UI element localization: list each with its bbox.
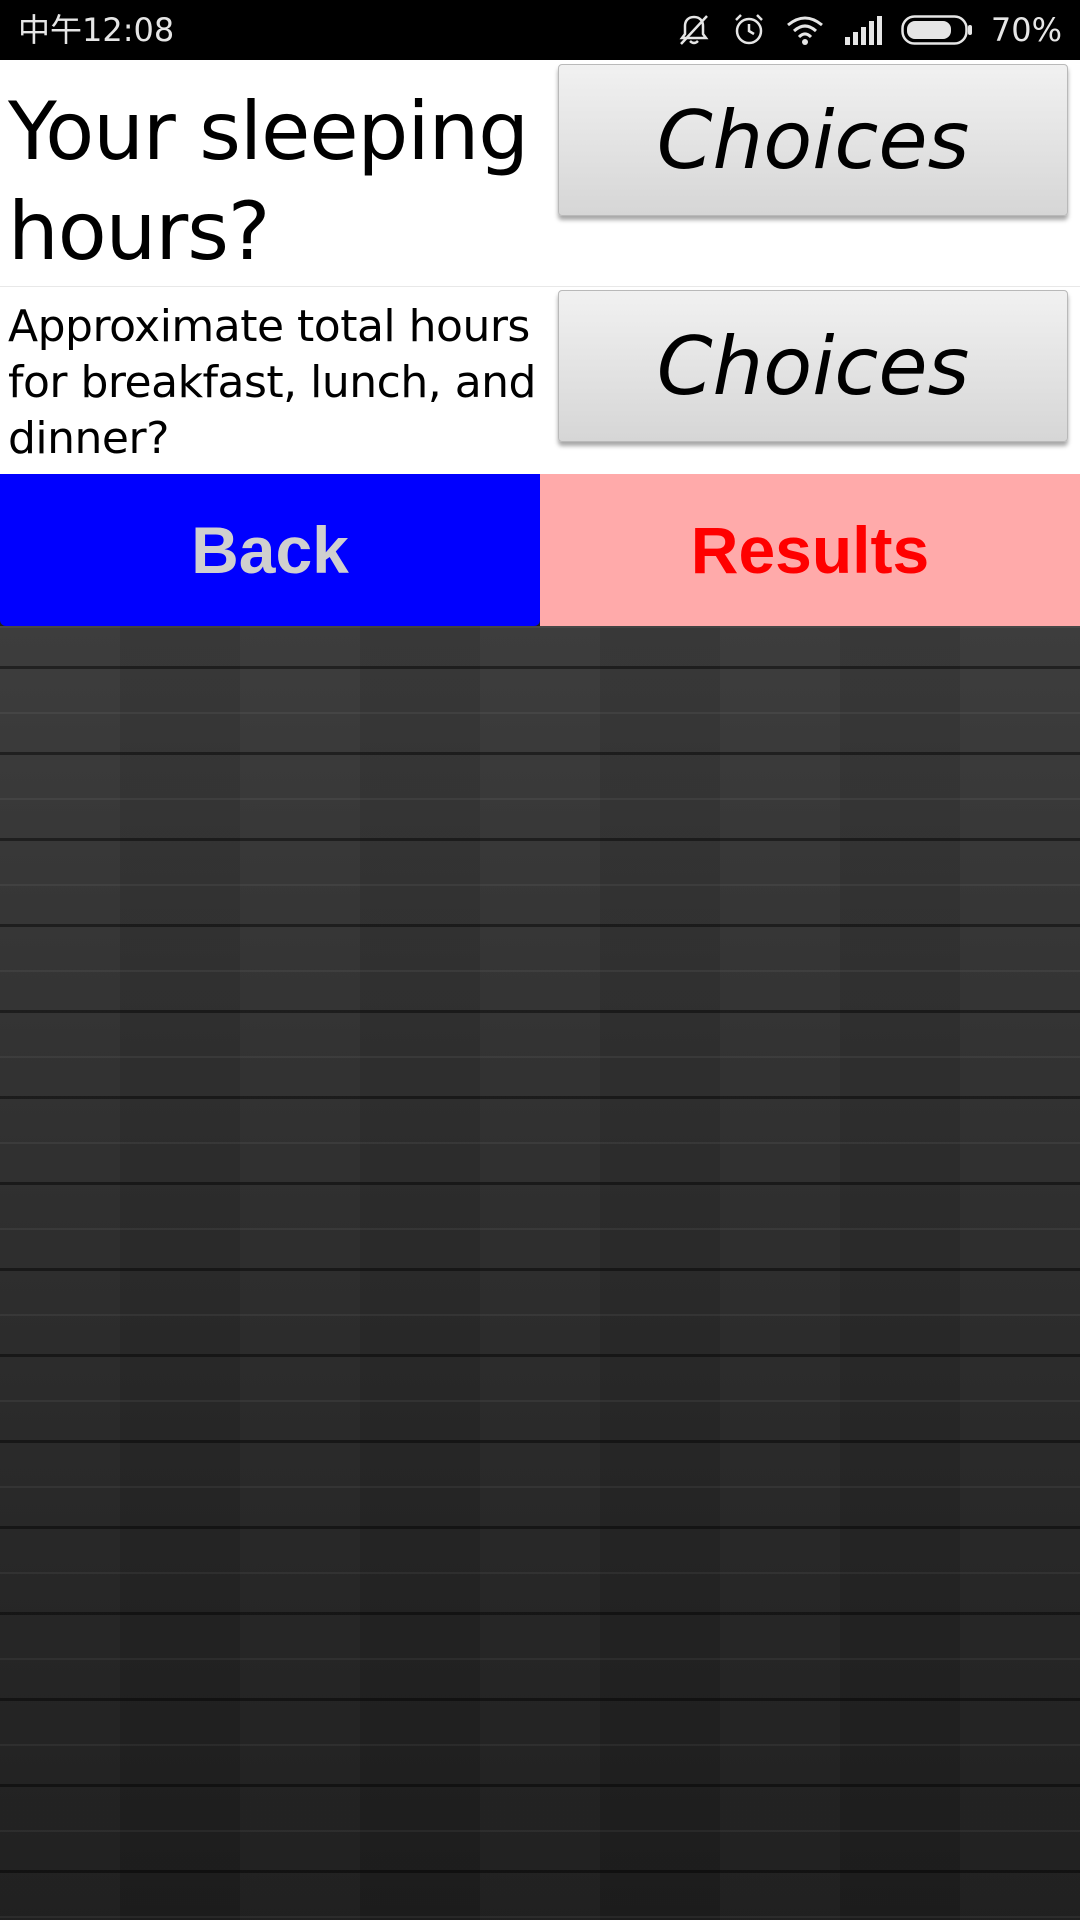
battery-percent: 70% <box>990 11 1062 49</box>
signal-icon <box>843 15 883 45</box>
status-bar: 中午12:08 70% <box>0 0 1080 60</box>
question-label-meals: Approximate total hours for breakfast, l… <box>8 301 536 464</box>
back-button[interactable]: Back <box>0 474 540 626</box>
action-bar: Back Results <box>0 474 1080 626</box>
battery-icon <box>901 15 973 45</box>
choices-button-meals[interactable]: Choices <box>558 290 1068 442</box>
wood-background <box>0 626 1080 1920</box>
mute-icon <box>675 11 713 49</box>
question-label-sleeping: Your sleeping hours? <box>8 85 529 278</box>
wifi-icon <box>785 13 825 47</box>
choices-button-sleeping[interactable]: Choices <box>558 64 1068 216</box>
status-icons: 70% <box>675 0 1062 60</box>
results-button[interactable]: Results <box>540 474 1080 626</box>
status-time: 中午12:08 <box>18 11 175 49</box>
alarm-icon <box>731 12 767 48</box>
question-row-meals: Approximate total hours for breakfast, l… <box>0 287 1080 474</box>
question-row-sleeping: Your sleeping hours? Choices <box>0 60 1080 286</box>
